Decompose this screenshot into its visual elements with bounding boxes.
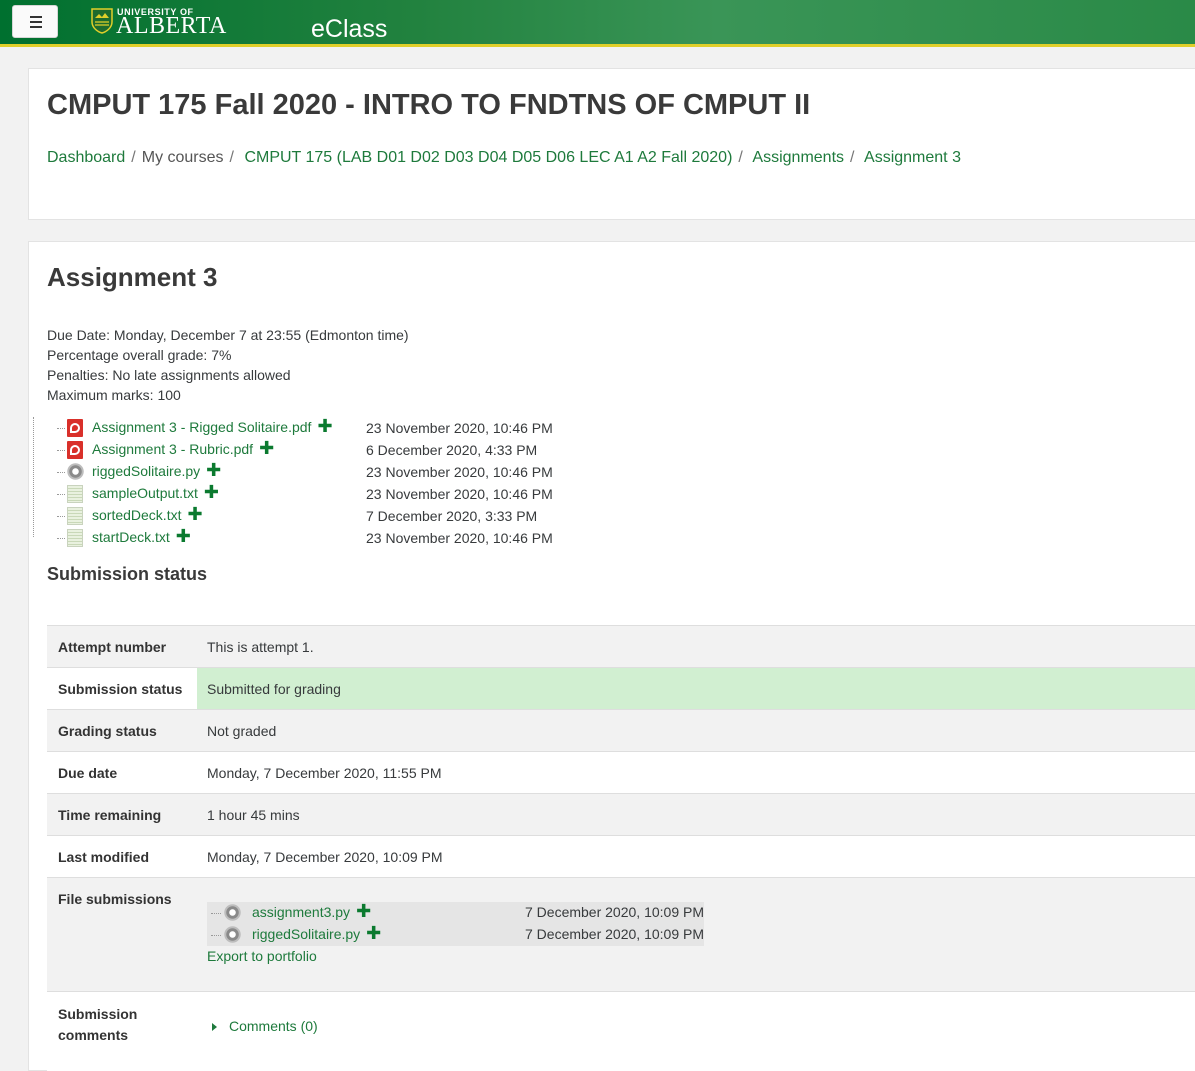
submission-status-heading: Submission status [47,564,208,584]
table-row: Last modified Monday, 7 December 2020, 1… [47,835,1195,877]
table-row: Submission comments Comments (0) [47,991,1195,1071]
status-badge: Submitted for grading [197,668,1195,709]
table-row: Due date Monday, 7 December 2020, 11:55 … [47,751,1195,793]
table-row: Time remaining 1 hour 45 mins [47,793,1195,835]
file-date: 7 December 2020, 3:33 PM [366,508,538,524]
attempt-number-value: This is attempt 1. [207,639,314,655]
file-link[interactable]: sampleOutput.txt [92,485,198,501]
script-gear-icon [67,463,84,480]
export-to-portfolio-link[interactable]: Export to portfolio [207,948,317,964]
file-date: 7 December 2020, 10:09 PM [525,904,704,920]
file-link[interactable]: riggedSolitaire.py [92,463,200,479]
table-row: File submissions assignment3.py ✚ 7 Decem… [47,877,1195,991]
text-file-icon [67,485,83,503]
table-row: Submission status Submitted for grading [47,667,1195,709]
due-date-label: Due date [58,765,118,781]
due-date-value: Monday, 7 December 2020, 11:55 PM [207,765,442,781]
top-navbar: UNIVERSITY OF ALBERTA eClass [0,0,1195,47]
assignment-title: Assignment 3 [47,262,218,292]
table-row: Attempt number This is attempt 1. [47,625,1195,667]
breadcrumb-assignment-3[interactable]: Assignment 3 [864,149,961,166]
plus-icon[interactable]: ✚ [317,417,332,435]
intro-max-marks: Maximum marks: 100 [47,387,181,403]
attachment-list: Assignment 3 - Rigged Solitaire.pdf ✚ 23 … [53,417,613,549]
script-gear-icon [224,926,241,943]
plus-icon[interactable]: ✚ [176,527,191,545]
plus-icon[interactable]: ✚ [204,483,219,501]
plus-icon[interactable]: ✚ [206,461,221,479]
breadcrumb-my-courses: My courses [141,149,224,166]
hamburger-menu-icon [30,16,42,18]
breadcrumb-course[interactable]: CMPUT 175 (LAB D01 D02 D03 D04 D05 D06 L… [244,149,732,166]
list-item: riggedSolitaire.py ✚ 7 December 2020, 10:… [207,924,704,946]
crest-icon [91,8,113,34]
submitted-files-list: assignment3.py ✚ 7 December 2020, 10:09 P… [207,902,704,946]
intro-penalties: Penalties: No late assignments allowed [47,367,291,383]
list-item: assignment3.py ✚ 7 December 2020, 10:09 P… [207,902,704,924]
file-date: 23 November 2020, 10:46 PM [366,486,553,502]
comments-toggle-link[interactable]: Comments (0) [212,1018,318,1034]
plus-icon[interactable]: ✚ [366,924,381,942]
list-item: sampleOutput.txt ✚ 23 November 2020, 10:4… [53,483,613,505]
text-file-icon [67,507,83,525]
plus-icon[interactable]: ✚ [259,439,274,457]
list-item: Assignment 3 - Rubric.pdf ✚ 6 December 20… [53,439,613,461]
grading-status-label: Grading status [58,723,157,739]
submitted-file-link[interactable]: riggedSolitaire.py [252,926,360,942]
file-tree-line [33,417,34,537]
last-modified-label: Last modified [58,849,150,865]
caret-right-icon [212,1023,217,1031]
submission-status-label: Submission status [58,681,183,697]
file-link[interactable]: Assignment 3 - Rigged Solitaire.pdf [92,419,311,435]
file-date: 23 November 2020, 10:46 PM [366,420,553,436]
list-item: riggedSolitaire.py ✚ 23 November 2020, 10… [53,461,613,483]
intro-due-date: Due Date: Monday, December 7 at 23:55 (E… [47,327,409,343]
page-header: CMPUT 175 Fall 2020 - INTRO TO FNDTNS OF… [28,68,1195,220]
page-title: CMPUT 175 Fall 2020 - INTRO TO FNDTNS OF… [47,89,811,121]
file-date: 23 November 2020, 10:46 PM [366,530,553,546]
file-date: 23 November 2020, 10:46 PM [366,464,553,480]
comments-link-label: Comments (0) [229,1018,318,1034]
file-submissions-label: File submissions [58,891,172,907]
menu-toggle-button[interactable] [12,5,58,38]
script-gear-icon [224,904,241,921]
list-item: sortedDeck.txt ✚ 7 December 2020, 3:33 PM [53,505,613,527]
assignment-region: Assignment 3 Due Date: Monday, December … [28,241,1195,1071]
plus-icon[interactable]: ✚ [187,505,202,523]
plus-icon[interactable]: ✚ [356,902,371,920]
submitted-file-link[interactable]: assignment3.py [252,904,350,920]
last-modified-value: Monday, 7 December 2020, 10:09 PM [207,849,443,865]
file-date: 7 December 2020, 10:09 PM [525,926,704,942]
assignment-intro: Due Date: Monday, December 7 at 23:55 (E… [47,325,409,405]
table-row: Grading status Not graded [47,709,1195,751]
breadcrumb-assignments[interactable]: Assignments [752,149,844,166]
file-date: 6 December 2020, 4:33 PM [366,442,538,458]
app-name: eClass [311,15,388,43]
attempt-number-label: Attempt number [58,639,167,655]
file-link[interactable]: sortedDeck.txt [92,507,181,523]
intro-percentage: Percentage overall grade: 7% [47,347,232,363]
grading-status-value: Not graded [207,723,277,739]
breadcrumb: Dashboard / My courses / CMPUT 175 (LAB D01… [47,149,961,166]
pdf-icon [67,441,83,459]
list-item: startDeck.txt ✚ 23 November 2020, 10:46 P… [53,527,613,549]
list-item: Assignment 3 - Rigged Solitaire.pdf ✚ 23 … [53,417,613,439]
text-file-icon [67,529,83,547]
submission-status-table: Attempt number This is attempt 1. Submis… [47,625,1195,1071]
breadcrumb-dashboard[interactable]: Dashboard [47,149,125,166]
file-link[interactable]: Assignment 3 - Rubric.pdf [92,441,253,457]
time-remaining-label: Time remaining [58,807,162,823]
pdf-icon [67,419,83,437]
time-remaining-value: 1 hour 45 mins [207,807,300,823]
file-link[interactable]: startDeck.txt [92,529,170,545]
submission-status-value: Submitted for grading [207,681,341,697]
university-name: ALBERTA [116,13,227,39]
submission-comments-label: Submission comments [58,1006,138,1043]
